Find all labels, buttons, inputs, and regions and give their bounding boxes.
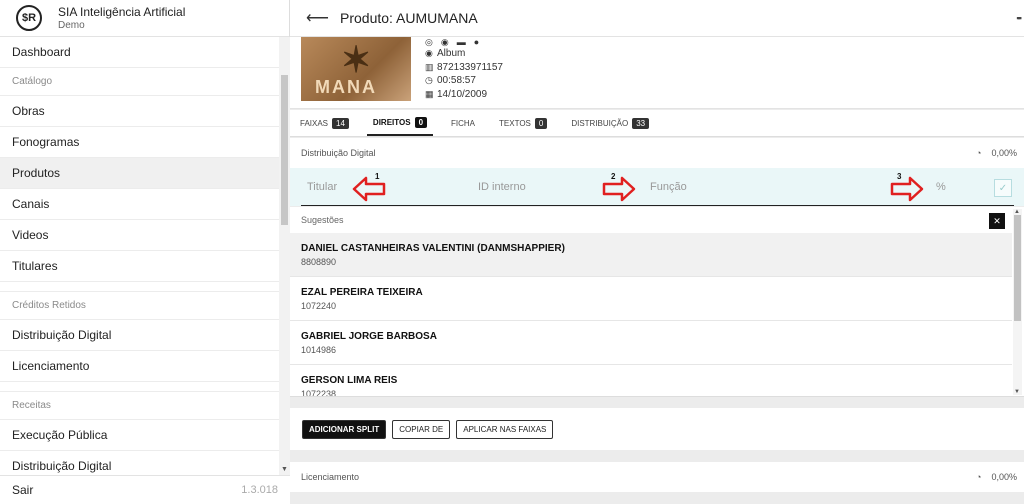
sidebar-item-produtos[interactable]: Produtos — [0, 158, 279, 189]
suggestion-item[interactable]: EZAL PEREIRA TEIXEIRA 1072240 — [290, 277, 1012, 321]
scrollbar-thumb[interactable] — [1014, 215, 1021, 321]
pie-chart-icon: ◔ — [976, 148, 982, 158]
suggestion-item[interactable]: GABRIEL JORGE BARBOSA 1014986 — [290, 321, 1012, 365]
platform-icon[interactable]: ◉ — [441, 37, 449, 48]
count-badge: 0 — [414, 116, 428, 128]
section-percent: 0,00% — [991, 472, 1017, 482]
split-input-row: Titular 1 ID interno 2 Função 3 % ✓ — [290, 168, 1024, 206]
sidebar: $R SIA Inteligência Artificial Demo Dash… — [0, 0, 290, 504]
sidebar-item-dashboard[interactable]: Dashboard — [0, 37, 279, 68]
app-name: SIA Inteligência Artificial — [58, 5, 186, 19]
tab-direitos[interactable]: DIREITOS 0 — [366, 110, 434, 136]
tab-textos[interactable]: TEXTOS 0 — [493, 110, 553, 136]
brand: $R SIA Inteligência Artificial Demo — [0, 0, 289, 37]
titular-input[interactable]: Titular — [307, 181, 337, 193]
sidebar-item-titulares[interactable]: Titulares — [0, 251, 279, 282]
sidebar-divider — [0, 282, 279, 292]
sidebar-item-licenciamento[interactable]: Licenciamento — [0, 351, 279, 382]
scroll-down-icon[interactable]: ▼ — [281, 466, 288, 473]
count-badge: 14 — [332, 117, 349, 129]
tab-faixas[interactable]: FAIXAS 14 — [294, 110, 355, 136]
close-icon[interactable]: ✕ — [989, 213, 1005, 229]
confirm-check-button[interactable]: ✓ — [994, 179, 1012, 197]
sidebar-scrollbar[interactable]: ▼ — [279, 37, 290, 475]
sidebar-section-catalogo: Catálogo — [0, 68, 279, 96]
product-date: 14/10/2009 — [437, 88, 488, 100]
sidebar-divider — [0, 382, 279, 392]
platform-icon[interactable]: ● — [474, 37, 479, 47]
app-version: 1.3.018 — [241, 484, 278, 496]
input-underline — [301, 205, 1014, 206]
scrollbar-thumb[interactable] — [281, 75, 288, 225]
logout-link[interactable]: Sair — [12, 483, 33, 497]
section-title: Licenciamento — [301, 472, 360, 482]
suggestions-title: Sugestões — [301, 215, 344, 225]
product-type: Album — [437, 48, 466, 60]
sidebar-item-execucao-publica[interactable]: Execução Pública — [0, 420, 279, 451]
app-subtitle: Demo — [58, 20, 85, 31]
scroll-down-icon[interactable]: ▼ — [1014, 389, 1020, 395]
clock-icon: ◷ — [425, 75, 433, 86]
annotation-number: 1 — [375, 172, 380, 181]
annotation-number: 3 — [897, 172, 902, 181]
apply-to-tracks-button[interactable]: APLICAR NAS FAIXAS — [456, 419, 554, 439]
suggestion-item[interactable]: GERSON LIMA REIS 1072238 — [290, 365, 1012, 396]
section-header-distribuicao: Distribuição Digital ◔ 0,00% — [290, 138, 1024, 168]
tab-ficha[interactable]: FICHA — [445, 110, 481, 136]
sidebar-item-obras[interactable]: Obras — [0, 96, 279, 127]
apps-grid-icon[interactable]: ▪▪▪ — [1016, 13, 1021, 23]
add-split-button[interactable]: ADICIONAR SPLIT — [302, 419, 387, 439]
suggestion-item[interactable]: DANIEL CASTANHEIRAS VALENTINI (DANMSHAPP… — [290, 233, 1012, 277]
count-badge: 33 — [632, 117, 650, 129]
header: ⟵ Produto: AUMUMANA ▪▪▪ — [290, 0, 1024, 37]
count-badge: 0 — [534, 117, 548, 129]
sidebar-section-creditos: Créditos Retidos — [0, 292, 279, 320]
split-actions: ADICIONAR SPLIT COPIAR DE APLICAR NAS FA… — [290, 408, 1024, 450]
back-arrow-icon[interactable]: ⟵ — [306, 8, 329, 28]
cover-figure-icon: ✶ — [341, 39, 372, 80]
album-cover: ✶ MANA — [301, 37, 411, 101]
calendar-icon: ▦ — [425, 88, 434, 99]
suggestions-panel: Sugestões ✕ DANIEL CASTANHEIRAS VALENTIN… — [290, 207, 1024, 397]
annotation-arrow-right-icon — [602, 176, 636, 202]
id-interno-input[interactable]: ID interno — [478, 181, 526, 193]
section-percent: 0,00% — [991, 148, 1017, 158]
sidebar-footer: Sair 1.3.018 — [0, 475, 290, 504]
sidebar-item-canais[interactable]: Canais — [0, 189, 279, 220]
platform-icon[interactable]: ◎ — [425, 37, 433, 48]
sidebar-item-fonogramas[interactable]: Fonogramas — [0, 127, 279, 158]
section-title: Distribuição Digital — [301, 148, 376, 158]
tabs: FAIXAS 14 DIREITOS 0 FICHA TEXTOS 0 DISTRIB… — [290, 110, 1024, 137]
platform-icon[interactable]: ▬ — [457, 37, 466, 47]
sidebar-section-receitas: Receitas — [0, 392, 279, 420]
suggestions-scrollbar[interactable]: ▲ ▼ — [1013, 209, 1022, 395]
section-header-licenciamento: Licenciamento ◔ 0,00% — [290, 462, 1024, 492]
product-duration: 00:58:57 — [437, 75, 476, 87]
copy-from-button[interactable]: COPIAR DE — [392, 419, 451, 439]
logo: $R — [16, 5, 42, 31]
cover-text: MANA — [315, 77, 377, 97]
annotation-number: 2 — [611, 172, 616, 181]
sidebar-item-distribuicao-digital-receitas[interactable]: Distribuição Digital — [0, 451, 279, 475]
tab-distribuicao[interactable]: DISTRIBUIÇÃO 33 — [565, 110, 655, 136]
pie-chart-icon: ◔ — [976, 472, 982, 482]
platform-icons: ◎ ◉ ▬ ● — [425, 37, 503, 48]
product-summary: ✶ MANA ◎ ◉ ▬ ● ◉ Album ▥ 872133971157 ◷ 00:… — [290, 37, 1024, 109]
sidebar-item-distribuicao-digital[interactable]: Distribuição Digital — [0, 320, 279, 351]
page-title: Produto: AUMUMANA — [340, 10, 478, 26]
sidebar-item-videos[interactable]: Videos — [0, 220, 279, 251]
percent-input[interactable]: % — [936, 181, 946, 193]
funcao-input[interactable]: Função — [650, 181, 687, 193]
product-barcode: 872133971157 — [437, 61, 503, 73]
product-meta: ◎ ◉ ▬ ● ◉ Album ▥ 872133971157 ◷ 00:58:57 ▦… — [425, 37, 503, 101]
annotation-arrow-right-icon — [890, 176, 924, 202]
annotation-arrow-left-icon — [352, 176, 386, 202]
barcode-icon: ▥ — [425, 61, 434, 72]
disc-icon: ◉ — [425, 48, 433, 59]
sidebar-menu: Dashboard Catálogo Obras Fonogramas Prod… — [0, 37, 279, 475]
